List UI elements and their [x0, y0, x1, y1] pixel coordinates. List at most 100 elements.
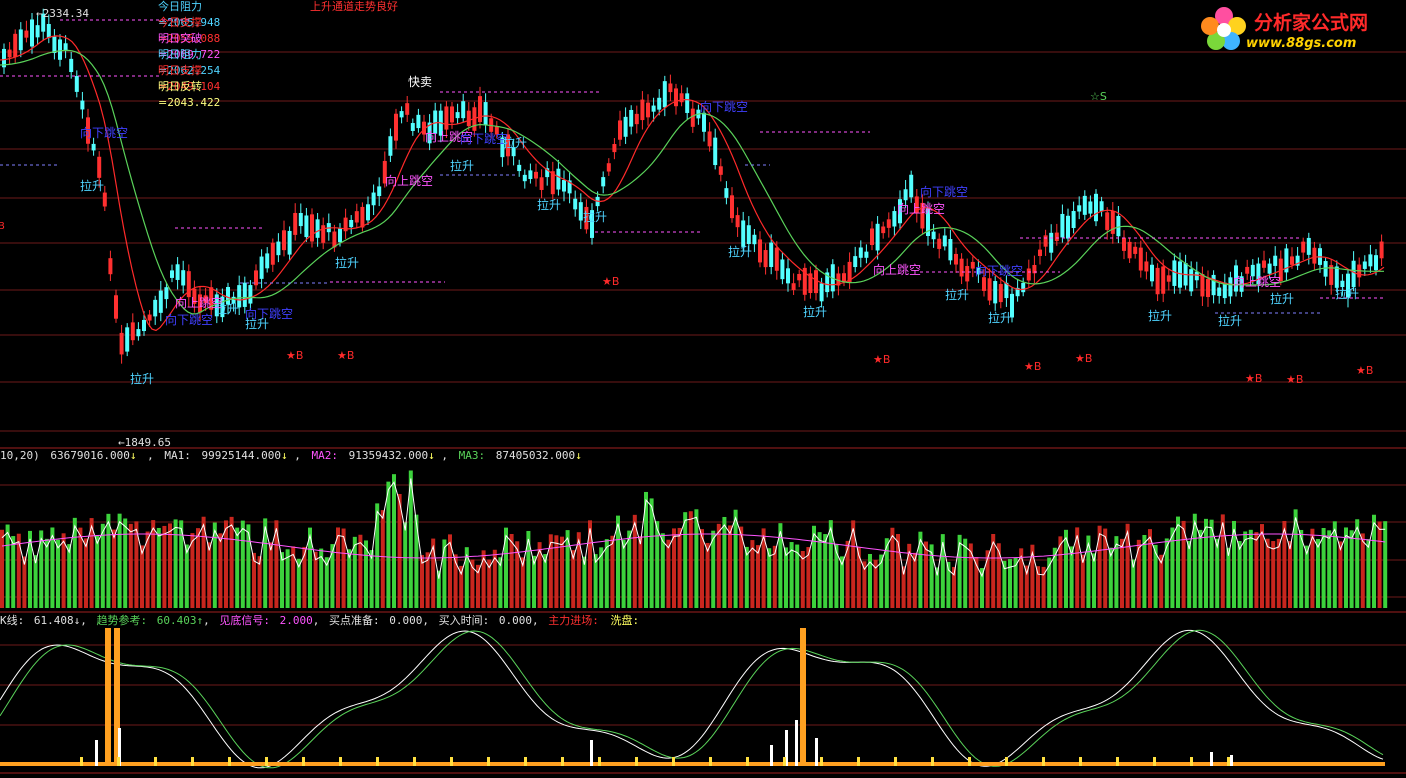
candle-body [875, 223, 880, 251]
candle-body [130, 322, 135, 341]
candle-body [1021, 282, 1026, 293]
candle-body [769, 242, 774, 268]
volume-bar [117, 513, 122, 608]
orange-spike [105, 628, 111, 766]
volume-bar [722, 516, 727, 608]
watermark-title: 分析家公式网 [1254, 12, 1369, 34]
stock-chart-canvas[interactable]: 向下跳空拉升拉升向上跳空向下跳空拉升 向下跳空拉升拉升向上跳空向上跳空向下跳空拉升… [0, 0, 1406, 778]
volume-bar [694, 509, 699, 608]
yellow-tick [228, 757, 231, 766]
signal-label: 向下跳空 [920, 184, 968, 199]
volume-bar [16, 533, 21, 608]
volume-bar [1243, 531, 1248, 608]
candle-body [461, 101, 466, 119]
volume-bar [1254, 532, 1259, 608]
candle-body [315, 219, 320, 238]
yellow-tick [376, 757, 379, 766]
candle-body [634, 113, 639, 125]
candle-body [7, 49, 12, 58]
candle-body [125, 327, 130, 352]
candle-body [735, 215, 740, 228]
candle-body [881, 226, 886, 234]
candle-body [528, 170, 533, 180]
volume-bar [1360, 533, 1365, 608]
volume-bar [1338, 541, 1343, 608]
signal-label: 拉升 [1335, 286, 1359, 301]
candle-body [640, 99, 645, 121]
candle-body [276, 241, 281, 256]
volume-bar [896, 534, 900, 608]
volume-bar [733, 509, 738, 608]
yellow-tick [302, 757, 305, 766]
candle-body [102, 192, 107, 207]
candle-body [80, 100, 85, 110]
volume-bar [173, 519, 178, 608]
yellow-tick [1042, 757, 1045, 766]
candle-body [1071, 211, 1076, 229]
candle-body [982, 277, 986, 291]
volume-bar [123, 518, 128, 608]
volume-bar [1276, 538, 1281, 608]
candle-body [24, 30, 29, 38]
candle-body [629, 109, 634, 127]
watermark-logo: 分析家公式网 www.88gs.com [1198, 4, 1398, 54]
buy-star-label: ★B [1286, 373, 1303, 386]
candle-body [1194, 271, 1199, 281]
volume-bar [1271, 541, 1276, 608]
candle-body [657, 97, 662, 110]
candle-body [1099, 201, 1104, 212]
volume-bar [655, 521, 660, 608]
candle-body [1368, 254, 1373, 267]
sell-star-label: ☆S [1090, 90, 1107, 103]
volume-bar [890, 527, 895, 608]
volume-bar [884, 538, 889, 608]
candle-body [1200, 274, 1205, 297]
candle-body [534, 171, 538, 179]
signal-label: 向下跳空 [700, 99, 748, 114]
volume-bar [95, 535, 100, 608]
volume-bar [1142, 534, 1147, 608]
candle-body [668, 83, 673, 93]
candle-body [1334, 266, 1339, 288]
candle-body [164, 287, 169, 300]
candle-body [444, 106, 449, 130]
volume-bar [1136, 539, 1141, 608]
candle-body [108, 258, 113, 275]
candle-body [1267, 263, 1272, 274]
candle-body [724, 188, 729, 198]
volume-bar [845, 540, 850, 608]
volume-bar [78, 527, 83, 608]
volume-bar [1355, 519, 1360, 608]
volume-bar [151, 520, 156, 608]
candle-body [690, 108, 695, 127]
candle-body [30, 19, 34, 47]
candle-body [181, 270, 186, 286]
candle-body [1374, 255, 1378, 271]
sell-signal-label: 快卖 [408, 75, 432, 89]
volume-bar [996, 543, 1001, 608]
signal-label: 向下跳空 [165, 312, 213, 327]
candle-body [153, 299, 158, 317]
volume-bar [1204, 518, 1208, 608]
candle-body [332, 231, 337, 248]
candle-body [679, 93, 684, 103]
candle-body [1077, 205, 1082, 212]
volume-bar [554, 535, 559, 608]
candle-body [763, 250, 768, 268]
candle-body [304, 215, 309, 238]
candle-body [1094, 193, 1098, 222]
indicator-header: K线: 61.408↓, 趋势参考: 60.403↑, 见底信号: 2.000,… [0, 613, 639, 627]
volume-bar [392, 474, 396, 608]
volume-bar [386, 481, 391, 608]
white-spike [770, 745, 773, 766]
volume-bar [1248, 529, 1253, 608]
candle-body [466, 110, 471, 127]
volume-bar [1327, 530, 1332, 608]
yellow-tick [857, 757, 860, 766]
candle-body [892, 211, 897, 227]
candle-body [1306, 237, 1311, 255]
volume-bar [0, 529, 4, 608]
candle-body [539, 177, 544, 190]
yellow-tick [820, 757, 823, 766]
buy-star-label: ★B [337, 349, 354, 362]
